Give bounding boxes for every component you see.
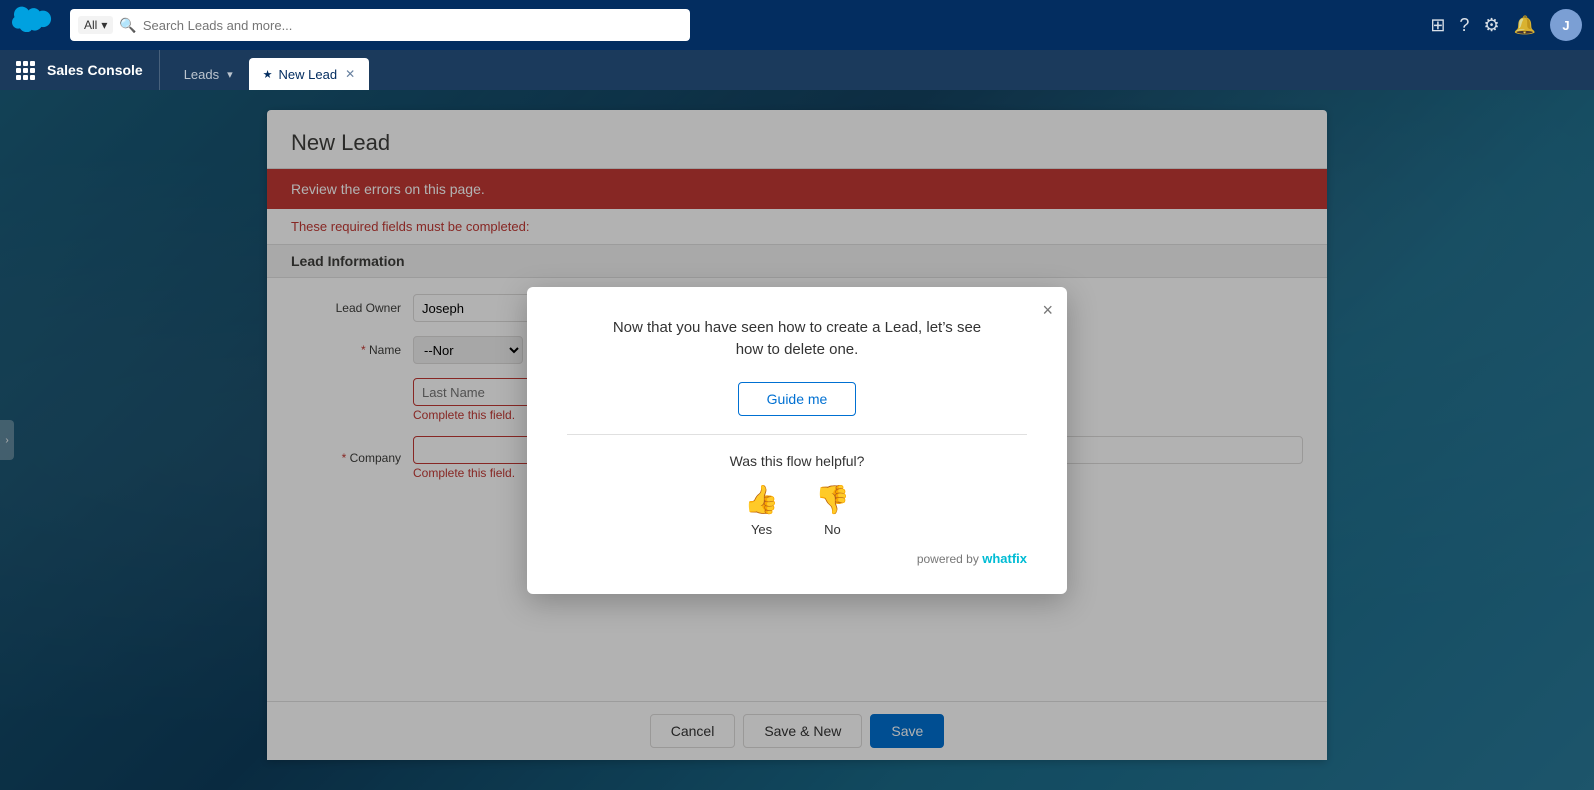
app-launcher[interactable]: Sales Console: [12, 50, 160, 90]
guide-me-button[interactable]: Guide me: [738, 382, 857, 416]
search-bar[interactable]: All ▾ 🔍: [70, 9, 690, 41]
search-input[interactable]: [143, 18, 682, 33]
salesforce-logo[interactable]: [12, 5, 52, 45]
modal-title-line2: how to delete one.: [736, 341, 859, 358]
tab-new-lead[interactable]: ★ New Lead ✕: [249, 58, 369, 90]
whatfix-modal: × Now that you have seen how to create a…: [527, 287, 1067, 594]
tab-bar: Sales Console Leads ▾ ★ New Lead ✕: [0, 50, 1594, 90]
app-name: Sales Console: [47, 62, 143, 78]
question-icon[interactable]: ?: [1459, 15, 1469, 36]
chevron-down-icon: ▾: [101, 18, 107, 32]
modal-divider: [567, 434, 1027, 435]
no-label: No: [824, 522, 841, 537]
thumbs-up-icon: 👍: [744, 483, 779, 516]
bell-icon[interactable]: 🔔: [1514, 15, 1536, 36]
tab-leads-label: Leads: [184, 67, 219, 82]
tab-close-icon[interactable]: ✕: [345, 67, 355, 81]
grid-icon: [16, 61, 35, 80]
feedback-question: Was this flow helpful?: [567, 453, 1027, 469]
powered-by: powered by whatfix: [567, 551, 1027, 566]
feedback-no-button[interactable]: 👎 No: [815, 483, 850, 537]
tab-new-lead-label: New Lead: [279, 67, 338, 82]
feedback-buttons: 👍 Yes 👎 No: [567, 483, 1027, 537]
tab-leads[interactable]: Leads ▾: [170, 58, 247, 90]
feedback-section: Was this flow helpful? 👍 Yes 👎 No powere…: [567, 453, 1027, 566]
search-scope-label: All: [84, 18, 97, 32]
whatfix-brand: whatfix: [982, 551, 1027, 566]
modal-close-button[interactable]: ×: [1042, 301, 1053, 319]
avatar[interactable]: J: [1550, 9, 1582, 41]
modal-title-line1: Now that you have seen how to create a L…: [613, 319, 981, 336]
add-icon[interactable]: ⊞: [1430, 15, 1445, 36]
nav-icons: ⊞ ? ⚙ 🔔 J: [1430, 9, 1582, 41]
top-navigation: All ▾ 🔍 ⊞ ? ⚙ 🔔 J: [0, 0, 1594, 50]
star-icon: ★: [263, 68, 273, 81]
yes-label: Yes: [751, 522, 772, 537]
chevron-down-icon: ▾: [227, 68, 233, 81]
feedback-yes-button[interactable]: 👍 Yes: [744, 483, 779, 537]
main-area: › New Lead Review the errors on this pag…: [0, 90, 1594, 790]
modal-overlay: × Now that you have seen how to create a…: [0, 90, 1594, 790]
search-icon: 🔍: [119, 17, 136, 34]
thumbs-down-icon: 👎: [815, 483, 850, 516]
modal-title: Now that you have seen how to create a L…: [567, 317, 1027, 362]
settings-icon[interactable]: ⚙: [1483, 15, 1499, 36]
search-dropdown[interactable]: All ▾: [78, 16, 113, 34]
powered-by-text: powered by: [917, 552, 979, 566]
